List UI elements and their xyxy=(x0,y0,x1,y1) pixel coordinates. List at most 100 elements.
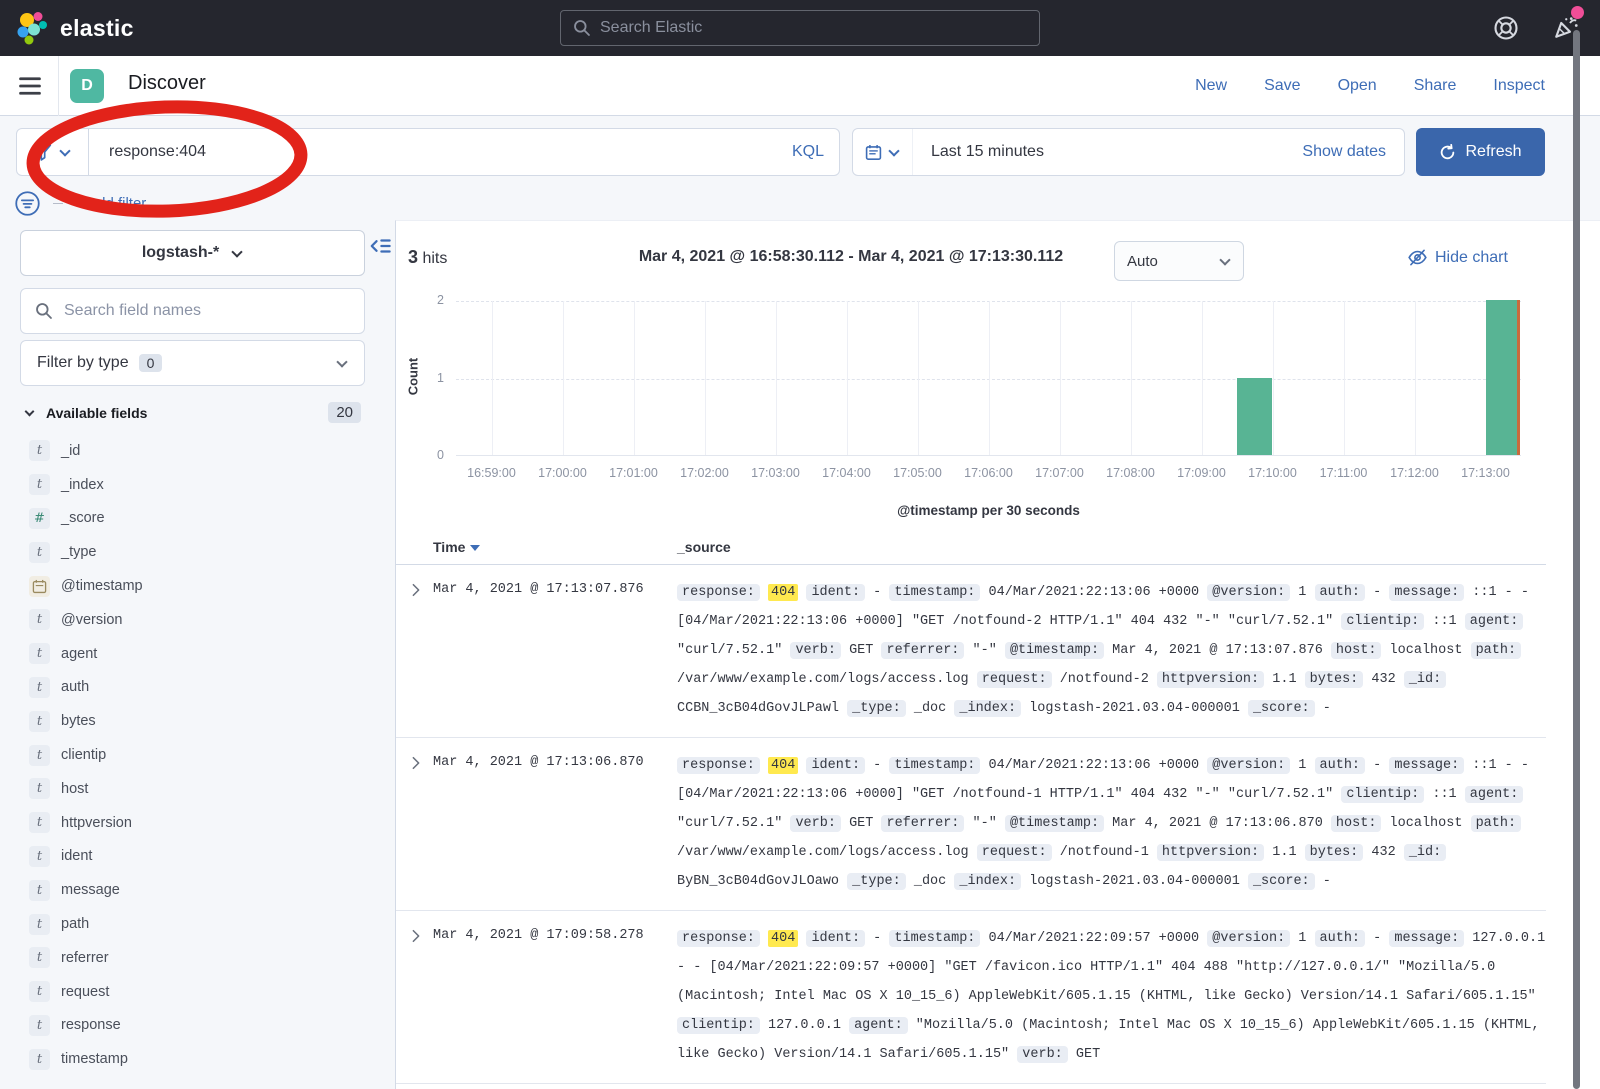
filter-menu-icon[interactable] xyxy=(14,190,41,217)
vertical-scrollbar[interactable] xyxy=(1573,30,1580,1089)
histogram-bar[interactable] xyxy=(1237,378,1272,456)
source-value: ::1 xyxy=(1432,614,1456,629)
row-source: response: 404 ident: - timestamp: 04/Mar… xyxy=(677,578,1546,723)
table-header: Time _source xyxy=(396,539,1546,565)
source-value: /notfound-2 xyxy=(1060,672,1149,687)
query-language-toggle[interactable]: KQL xyxy=(777,143,839,161)
refresh-button[interactable]: Refresh xyxy=(1416,128,1545,176)
source-field-pill: auth: xyxy=(1315,584,1366,601)
hits-count: 3 hits xyxy=(408,247,447,268)
elastic-brand[interactable]: elastic xyxy=(14,10,134,46)
histogram-bar[interactable] xyxy=(1486,300,1521,455)
field-item-auth[interactable]: tauth xyxy=(20,671,365,705)
source-value: 1.1 xyxy=(1272,672,1296,687)
filter-by-type-select[interactable]: Filter by type 0 xyxy=(20,340,365,386)
x-tick-label: 17:07:00 xyxy=(1023,466,1097,480)
field-name: timestamp xyxy=(61,1051,128,1067)
source-value: 127.0.0.1 xyxy=(768,1018,841,1033)
field-name: @version xyxy=(61,612,122,628)
source-field-pill: path: xyxy=(1471,642,1522,659)
help-icon[interactable] xyxy=(1492,14,1520,42)
field-type-badge: t xyxy=(29,711,50,732)
field-item-referrer[interactable]: treferrer xyxy=(20,941,365,975)
field-item-message[interactable]: tmessage xyxy=(20,873,365,907)
field-name: request xyxy=(61,984,109,1000)
expand-row-button[interactable] xyxy=(409,756,423,770)
v-gridline xyxy=(776,301,777,455)
discover-app-badge[interactable]: D xyxy=(70,69,104,103)
query-input[interactable]: response:404 xyxy=(89,143,777,161)
app-link-open[interactable]: Open xyxy=(1338,77,1377,95)
field-item-timestamp[interactable]: @timestamp xyxy=(20,569,365,603)
field-name: _score xyxy=(61,510,105,526)
field-item-response[interactable]: tresponse xyxy=(20,1009,365,1043)
chevron-down-icon xyxy=(59,146,71,158)
app-link-save[interactable]: Save xyxy=(1264,77,1300,95)
expand-row-button[interactable] xyxy=(409,929,423,943)
field-name: bytes xyxy=(61,713,96,729)
filter-divider xyxy=(53,203,63,204)
date-quick-select-button[interactable] xyxy=(853,129,913,175)
add-filter-link[interactable]: + Add filter xyxy=(75,195,146,212)
field-item-ident[interactable]: tident xyxy=(20,840,365,874)
field-type-badge: t xyxy=(29,440,50,461)
app-link-new[interactable]: New xyxy=(1195,77,1227,95)
v-gridline xyxy=(989,301,990,455)
source-field-pill: auth: xyxy=(1315,930,1366,947)
chevron-down-icon xyxy=(336,357,348,369)
query-bar[interactable]: response:404 KQL xyxy=(16,128,840,176)
time-range-value[interactable]: Last 15 minutes xyxy=(913,143,1302,161)
source-value: GET xyxy=(1076,1047,1100,1062)
field-item-httpversion[interactable]: thttpversion xyxy=(20,806,365,840)
available-fields-header[interactable]: Available fields 20 xyxy=(24,402,365,423)
field-item-agent[interactable]: tagent xyxy=(20,637,365,671)
available-fields-label: Available fields xyxy=(46,405,147,421)
field-item-bytes[interactable]: tbytes xyxy=(20,704,365,738)
show-dates-link[interactable]: Show dates xyxy=(1302,143,1404,161)
source-field-pill: bytes: xyxy=(1305,844,1364,861)
column-header-time[interactable]: Time xyxy=(433,539,480,555)
source-field-pill: httpversion: xyxy=(1157,844,1264,861)
collapse-sidebar-icon[interactable] xyxy=(369,235,391,257)
v-gridline xyxy=(1131,301,1132,455)
chevron-down-icon xyxy=(888,146,900,158)
source-field-pill: verb: xyxy=(1017,1046,1068,1063)
hide-chart-button[interactable]: Hide chart xyxy=(1408,248,1508,267)
interval-select[interactable]: Auto xyxy=(1114,241,1244,281)
field-item-path[interactable]: tpath xyxy=(20,907,365,941)
field-item-id[interactable]: t _id xyxy=(20,434,365,468)
v-gridline xyxy=(1415,301,1416,455)
source-value: logstash-2021.03.04-000001 xyxy=(1029,874,1240,889)
source-value: localhost xyxy=(1390,816,1463,831)
field-search-input[interactable]: Search field names xyxy=(20,288,365,334)
source-field-pill: host: xyxy=(1331,815,1382,832)
refresh-label: Refresh xyxy=(1465,143,1521,161)
field-type-badge: # xyxy=(29,508,50,529)
field-item-index[interactable]: t_index xyxy=(20,468,365,502)
field-item-score[interactable]: # _score xyxy=(20,502,365,536)
expand-row-chevron-icon xyxy=(409,756,423,770)
field-item-version[interactable]: t@version xyxy=(20,603,365,637)
field-name: agent xyxy=(61,646,97,662)
date-picker[interactable]: Last 15 minutes Show dates xyxy=(852,128,1405,176)
source-field-pill: auth: xyxy=(1315,757,1366,774)
index-pattern-select[interactable]: logstash-* xyxy=(20,230,365,276)
menu-hamburger-icon[interactable] xyxy=(17,73,43,99)
saved-query-menu-button[interactable] xyxy=(17,129,89,175)
row-time: Mar 4, 2021 @ 17:09:58.278 xyxy=(433,928,644,943)
field-name: _id xyxy=(61,443,80,459)
v-gridline xyxy=(1060,301,1061,455)
source-field-pill: verb: xyxy=(790,815,841,832)
global-search-input[interactable]: Search Elastic xyxy=(560,10,1040,46)
field-item-host[interactable]: thost xyxy=(20,772,365,806)
app-link-share[interactable]: Share xyxy=(1414,77,1457,95)
app-link-inspect[interactable]: Inspect xyxy=(1493,77,1545,95)
field-item-request[interactable]: trequest xyxy=(20,975,365,1009)
field-item-clientip[interactable]: tclientip xyxy=(20,738,365,772)
field-item-type[interactable]: t_type xyxy=(20,535,365,569)
main-content: 3 hits Mar 4, 2021 @ 16:58:30.112 - Mar … xyxy=(395,220,1600,1089)
query-zone: response:404 KQL Last 15 minutes Show da… xyxy=(0,116,1600,220)
field-item-timestamp[interactable]: ttimestamp xyxy=(20,1042,365,1076)
expand-row-button[interactable] xyxy=(409,583,423,597)
source-field-pill: _type: xyxy=(847,700,906,717)
